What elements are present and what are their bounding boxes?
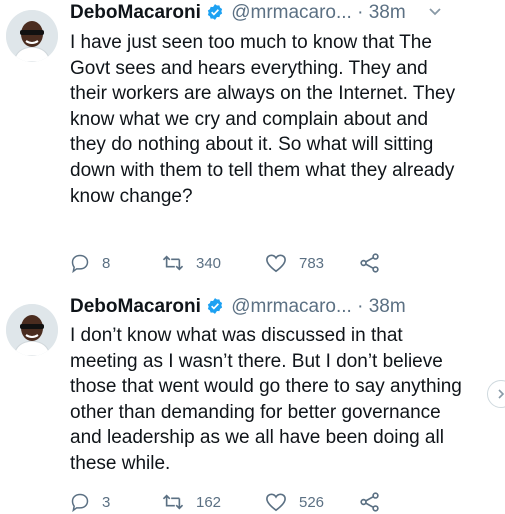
reply-icon bbox=[71, 493, 89, 512]
tweet-text: I don’t know what was discussed in that … bbox=[70, 325, 462, 474]
reply-button[interactable]: 8 bbox=[70, 251, 110, 275]
retweet-button[interactable]: 162 bbox=[162, 490, 221, 514]
tweet-header: DeboMacaroni @mrmacaro... · 38m bbox=[70, 294, 406, 320]
reply-count: 8 bbox=[102, 254, 111, 272]
retweet-count: 340 bbox=[196, 254, 222, 272]
reply-button[interactable]: 3 bbox=[70, 490, 110, 514]
next-arrow-button[interactable] bbox=[487, 380, 505, 408]
tweet-header: DeboMacaroni @mrmacaro... · 38m bbox=[70, 0, 406, 26]
reply-count: 3 bbox=[102, 493, 111, 511]
share-icon bbox=[360, 492, 379, 512]
heart-icon bbox=[266, 254, 286, 273]
handle[interactable]: @mrmacaro... bbox=[231, 296, 352, 317]
verified-badge-icon bbox=[206, 297, 224, 323]
share-icon bbox=[360, 253, 379, 273]
chevron-right-icon bbox=[498, 389, 505, 399]
reply-icon bbox=[71, 254, 89, 273]
avatar[interactable] bbox=[6, 10, 58, 62]
like-count: 526 bbox=[299, 493, 325, 511]
verified-badge-icon bbox=[206, 3, 224, 29]
retweet-count: 162 bbox=[196, 493, 222, 511]
timestamp[interactable]: · 38m bbox=[357, 296, 406, 317]
display-name[interactable]: DeboMacaroni bbox=[70, 2, 201, 23]
retweet-button[interactable]: 340 bbox=[162, 251, 221, 275]
share-button[interactable] bbox=[359, 490, 393, 514]
avatar[interactable] bbox=[6, 304, 58, 356]
retweet-icon bbox=[162, 255, 184, 271]
timestamp[interactable]: · 38m bbox=[357, 2, 406, 23]
handle[interactable]: @mrmacaro... bbox=[231, 2, 352, 23]
share-button[interactable] bbox=[359, 251, 393, 275]
tweet-text: I have just seen too much to know that T… bbox=[70, 32, 456, 207]
tweet-actions: 3 162 526 bbox=[70, 490, 400, 514]
like-count: 783 bbox=[299, 254, 325, 272]
display-name[interactable]: DeboMacaroni bbox=[70, 296, 201, 317]
tweet-actions: 8 340 783 bbox=[70, 251, 400, 275]
chevron-down-icon[interactable] bbox=[428, 4, 442, 23]
like-button[interactable]: 783 bbox=[265, 251, 324, 275]
like-button[interactable]: 526 bbox=[265, 490, 324, 514]
retweet-icon bbox=[162, 494, 184, 510]
heart-icon bbox=[266, 493, 286, 512]
